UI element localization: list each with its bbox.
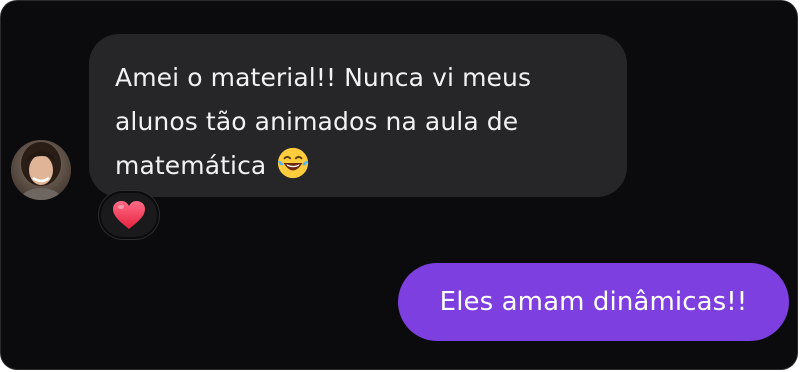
avatar[interactable]: [11, 140, 71, 200]
message-line: alunos tão animados na aula de: [115, 107, 519, 136]
outgoing-message-text: Eles amam dinâmicas!!: [439, 287, 748, 317]
heart-icon: [113, 201, 145, 229]
heart-reaction[interactable]: [99, 191, 159, 239]
face-with-tears-of-joy-icon: [278, 147, 309, 179]
outgoing-message-bubble[interactable]: Eles amam dinâmicas!!: [398, 263, 789, 341]
message-line-last: matemática: [115, 144, 601, 188]
message-line: Amei o material!! Nunca vi meus: [115, 63, 532, 92]
chat-window: Amei o material!! Nunca vi meus alunos t…: [1, 1, 797, 369]
message-line-text: matemática: [115, 151, 267, 180]
incoming-message-bubble[interactable]: Amei o material!! Nunca vi meus alunos t…: [89, 34, 627, 197]
profile-photo-icon: [11, 140, 71, 200]
